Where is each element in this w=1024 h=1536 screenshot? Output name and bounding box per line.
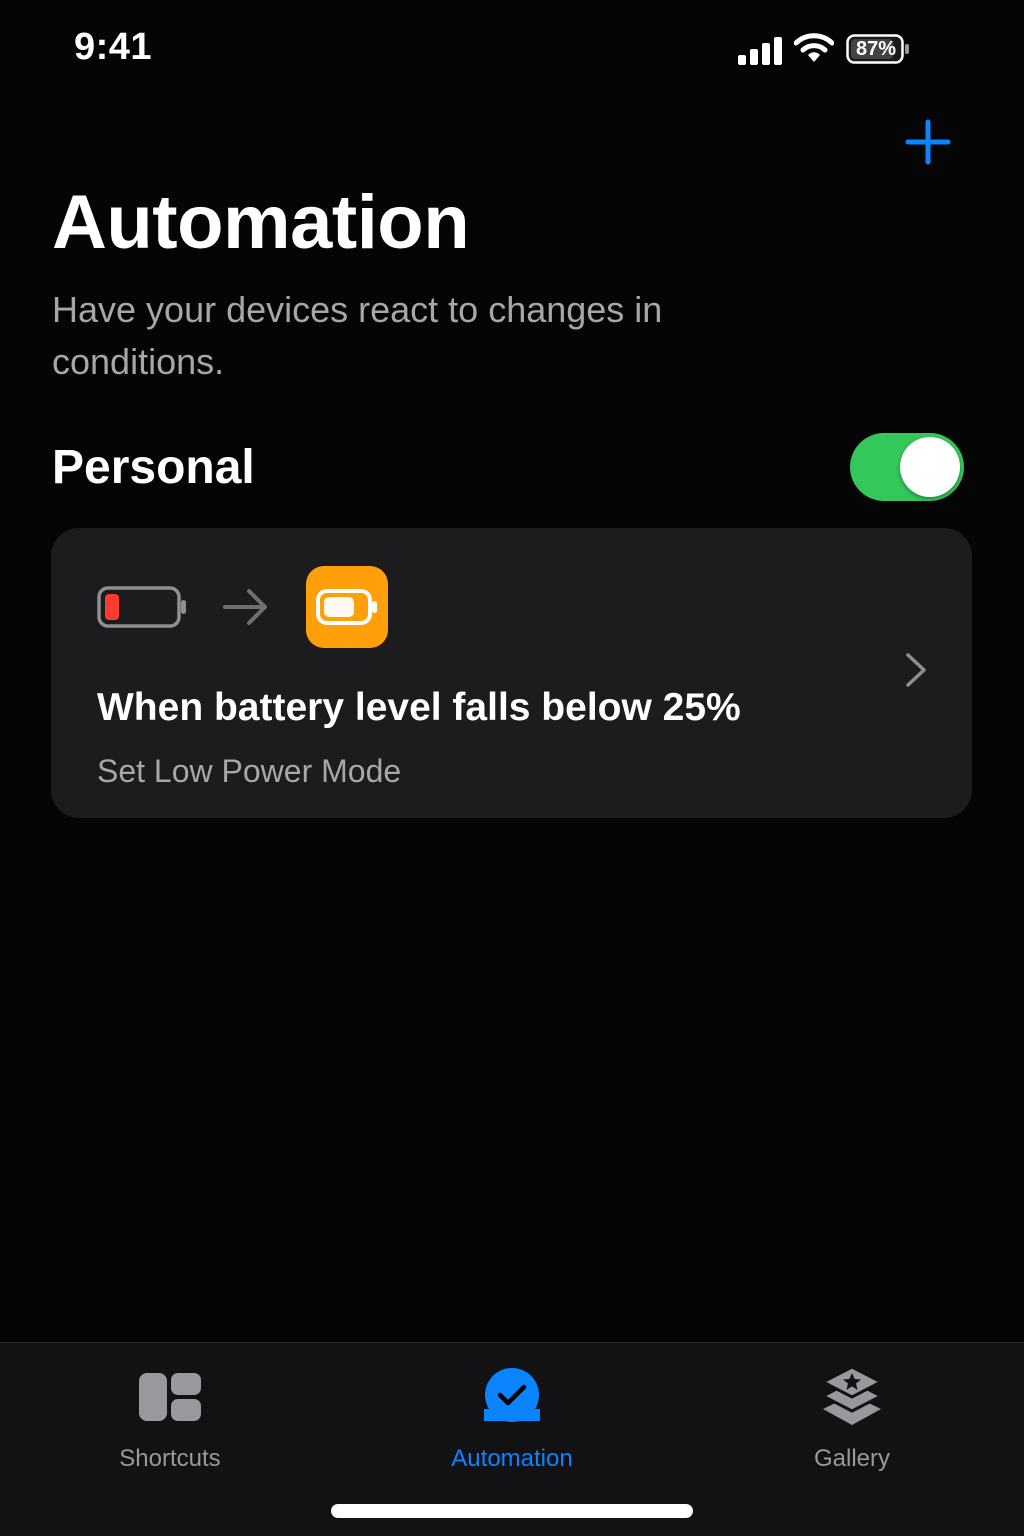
automation-screen: 9:41 87% Automation Have your devices re… — [0, 0, 1024, 1536]
tab-label-automation: Automation — [451, 1445, 573, 1472]
battery-percent: 87% — [855, 38, 897, 60]
tab-label-shortcuts: Shortcuts — [119, 1445, 221, 1472]
page-title: Automation — [52, 180, 470, 265]
battery-icon: 87% — [846, 34, 910, 64]
signal-icon — [738, 37, 782, 65]
tab-shortcuts[interactable]: Shortcuts — [60, 1361, 280, 1472]
home-indicator[interactable] — [331, 1504, 693, 1518]
shortcuts-grid-icon — [139, 1373, 201, 1421]
low-power-mode-icon — [306, 566, 388, 648]
add-automation-button[interactable] — [902, 116, 954, 168]
status-time: 9:41 — [74, 26, 153, 68]
chevron-right-icon — [906, 653, 926, 687]
tab-label-gallery: Gallery — [813, 1445, 891, 1472]
plus-icon — [905, 119, 951, 165]
tab-gallery[interactable]: Gallery — [742, 1361, 962, 1472]
arrow-right-icon — [223, 589, 267, 625]
gallery-layers-icon — [820, 1365, 884, 1425]
section-title: Personal — [52, 441, 255, 494]
tab-automation[interactable]: Automation — [402, 1361, 622, 1472]
automation-subtitle: Set Low Power Mode — [97, 753, 402, 789]
automation-check-icon — [484, 1368, 540, 1422]
low-battery-icon — [97, 586, 186, 628]
page-subtitle: Have your devices react to changes in co… — [52, 289, 663, 382]
toggle-knob — [900, 437, 960, 497]
automation-card[interactable]: When battery level falls below 25% Set L… — [51, 528, 972, 818]
automation-title: When battery level falls below 25% — [97, 686, 741, 729]
personal-toggle[interactable] — [850, 433, 964, 501]
wifi-icon — [794, 33, 834, 62]
